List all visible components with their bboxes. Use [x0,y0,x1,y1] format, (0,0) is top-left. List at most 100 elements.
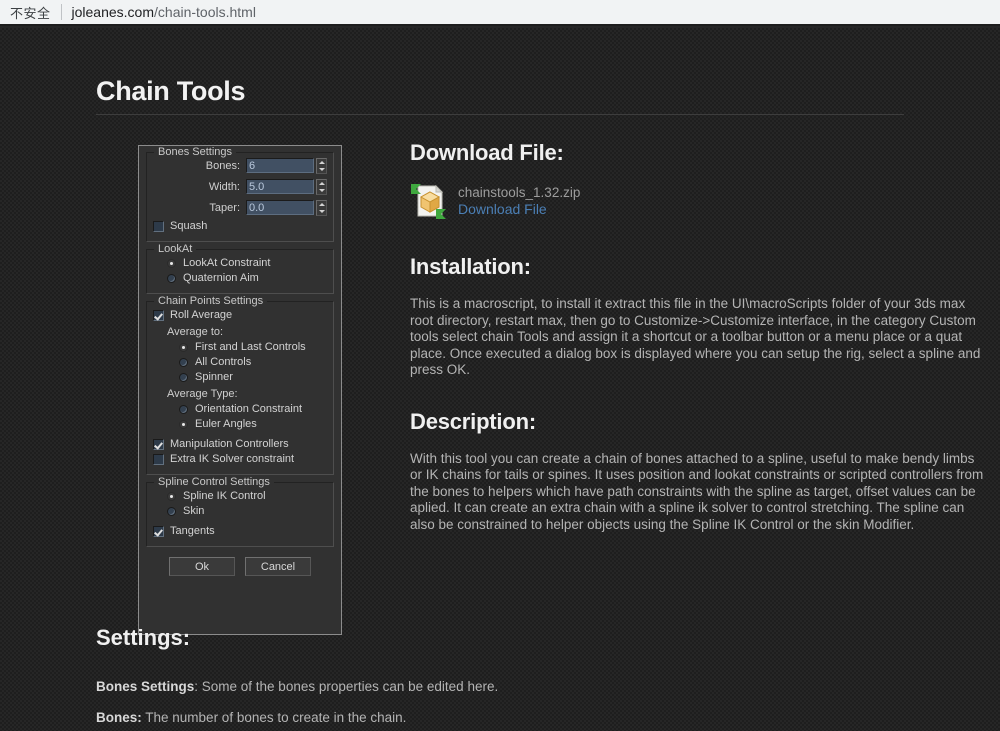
chain-tools-dialog[interactable]: Bones Settings Bones: Width: Taper: Squa… [138,145,342,635]
checkbox-icon[interactable] [153,309,164,321]
checkbox-icon[interactable] [153,220,164,232]
browser-address-bar[interactable]: 不安全 joleanes.com/chain-tools.html [0,0,1000,26]
description-text: With this tool you can create a chain of… [410,450,984,532]
radio-lookat-constraint[interactable]: LookAt Constraint [167,257,327,269]
spline-ik-control-label: Spline IK Control [183,490,266,502]
checkbox-icon[interactable] [153,438,164,450]
radio-all-controls[interactable]: All Controls [179,356,327,368]
address-bar-divider [60,4,62,20]
security-status-label: 不安全 [10,5,51,21]
checkbox-icon[interactable] [153,525,164,537]
settings-term: Bones Settings [96,679,195,694]
width-label: Width: [208,180,240,193]
squash-label: Squash [170,220,208,232]
checkbox-manipulation-controllers[interactable]: Manipulation Controllers [153,438,327,450]
radio-icon[interactable] [179,357,188,367]
download-file-row: chainstools_1.32.zip Download File [410,182,988,220]
group-chain-points-title: Chain Points Settings [154,295,268,307]
checkbox-tangents[interactable]: Tangents [153,525,327,537]
radio-icon[interactable] [179,372,188,382]
page-content: Chain Tools Bones Settings Bones: Width:… [0,28,1000,731]
average-to-label: Average to: [167,326,224,338]
first-and-last-controls-label: First and Last Controls [195,341,306,353]
spinner-up-icon[interactable] [318,181,325,185]
extra-ik-solver-label: Extra IK Solver constraint [170,453,295,465]
radio-quaternion-aim[interactable]: Quaternion Aim [167,272,327,284]
bones-label: Bones: [205,159,240,172]
taper-input[interactable] [246,200,314,215]
address-bar-url[interactable]: joleanes.com/chain-tools.html [72,4,256,20]
bones-input[interactable] [246,158,314,173]
radio-icon[interactable] [167,506,176,516]
installation-block: Installation: This is a macroscript, to … [410,254,988,379]
dialog-button-row: Ok Cancel [146,557,334,576]
radio-euler-angles[interactable]: Euler Angles [179,418,327,430]
field-row-width: Width: [153,178,327,195]
radio-first-and-last-controls[interactable]: First and Last Controls [179,341,327,353]
radio-icon[interactable] [179,404,188,414]
installation-heading: Installation: [410,254,531,279]
zip-file-icon [410,182,448,220]
radio-icon[interactable] [167,258,176,268]
manipulation-controllers-label: Manipulation Controllers [170,438,289,450]
spinner-down-icon[interactable] [318,167,325,171]
radio-skin[interactable]: Skin [167,505,327,517]
download-heading: Download File: [410,140,564,165]
spinner-down-icon[interactable] [318,209,325,213]
radio-icon[interactable] [179,419,188,429]
checkbox-icon[interactable] [153,453,164,465]
field-row-taper: Taper: [153,199,327,216]
euler-angles-label: Euler Angles [195,418,257,430]
ok-button[interactable]: Ok [169,557,235,576]
description-heading: Description: [410,408,536,434]
spinner-up-icon[interactable] [318,160,325,164]
settings-section: Settings: Bones Settings: Some of the bo… [96,625,904,731]
title-divider [96,114,904,115]
settings-term: Bones: [96,710,142,725]
radio-orientation-constraint[interactable]: Orientation Constraint [179,403,327,415]
tangents-label: Tangents [170,525,215,537]
download-file-name: chainstools_1.32.zip [458,185,581,200]
cancel-button[interactable]: Cancel [245,557,311,576]
settings-heading: Settings: [96,625,191,650]
url-path: /chain-tools.html [154,4,256,20]
lookat-constraint-label: LookAt Constraint [183,257,271,269]
all-controls-label: All Controls [195,356,252,368]
group-lookat: LookAt LookAt Constraint Quaternion Aim [146,243,334,294]
radio-icon[interactable] [167,491,176,501]
average-type-label: Average Type: [167,388,238,400]
page-title: Chain Tools [96,76,246,107]
group-bones-settings-title: Bones Settings [154,146,236,158]
settings-desc: The number of bones to create in the cha… [141,710,407,725]
installation-text: This is a macroscript, to install it ext… [410,296,981,377]
download-file-link[interactable]: Download File [458,201,580,218]
taper-label: Taper: [209,201,240,214]
width-spinner[interactable] [316,178,327,195]
main-content-column: Download File: chainstools_1.32.zip Down… [410,140,988,533]
checkbox-extra-ik-solver[interactable]: Extra IK Solver constraint [153,453,327,465]
width-input[interactable] [246,179,314,194]
settings-line: Bones Settings: Some of the bones proper… [96,679,904,694]
settings-desc: : Some of the bones properties can be ed… [194,679,499,694]
description-block: Description: With this tool you can crea… [410,409,988,534]
field-row-bones: Bones: [153,157,327,174]
settings-line: Bones: The number of bones to create in … [96,710,904,725]
spinner-up-icon[interactable] [318,202,325,206]
group-spline-control-settings: Spline Control Settings Spline IK Contro… [146,476,334,547]
skin-label: Skin [183,505,205,517]
radio-icon[interactable] [179,342,188,352]
download-file-meta: chainstools_1.32.zip Download File [458,184,580,218]
radio-spinner[interactable]: Spinner [179,371,327,383]
bones-spinner[interactable] [316,157,327,174]
group-chain-points-settings: Chain Points Settings Roll Average Avera… [146,295,334,475]
checkbox-squash[interactable]: Squash [153,220,327,232]
roll-average-label: Roll Average [170,309,233,321]
radio-icon[interactable] [167,273,176,283]
group-lookat-title: LookAt [154,243,197,255]
taper-spinner[interactable] [316,199,327,216]
group-spline-control-title: Spline Control Settings [154,476,274,488]
orientation-constraint-label: Orientation Constraint [195,403,302,415]
spinner-down-icon[interactable] [318,188,325,192]
checkbox-roll-average[interactable]: Roll Average [153,309,327,321]
radio-spline-ik-control[interactable]: Spline IK Control [167,490,327,502]
